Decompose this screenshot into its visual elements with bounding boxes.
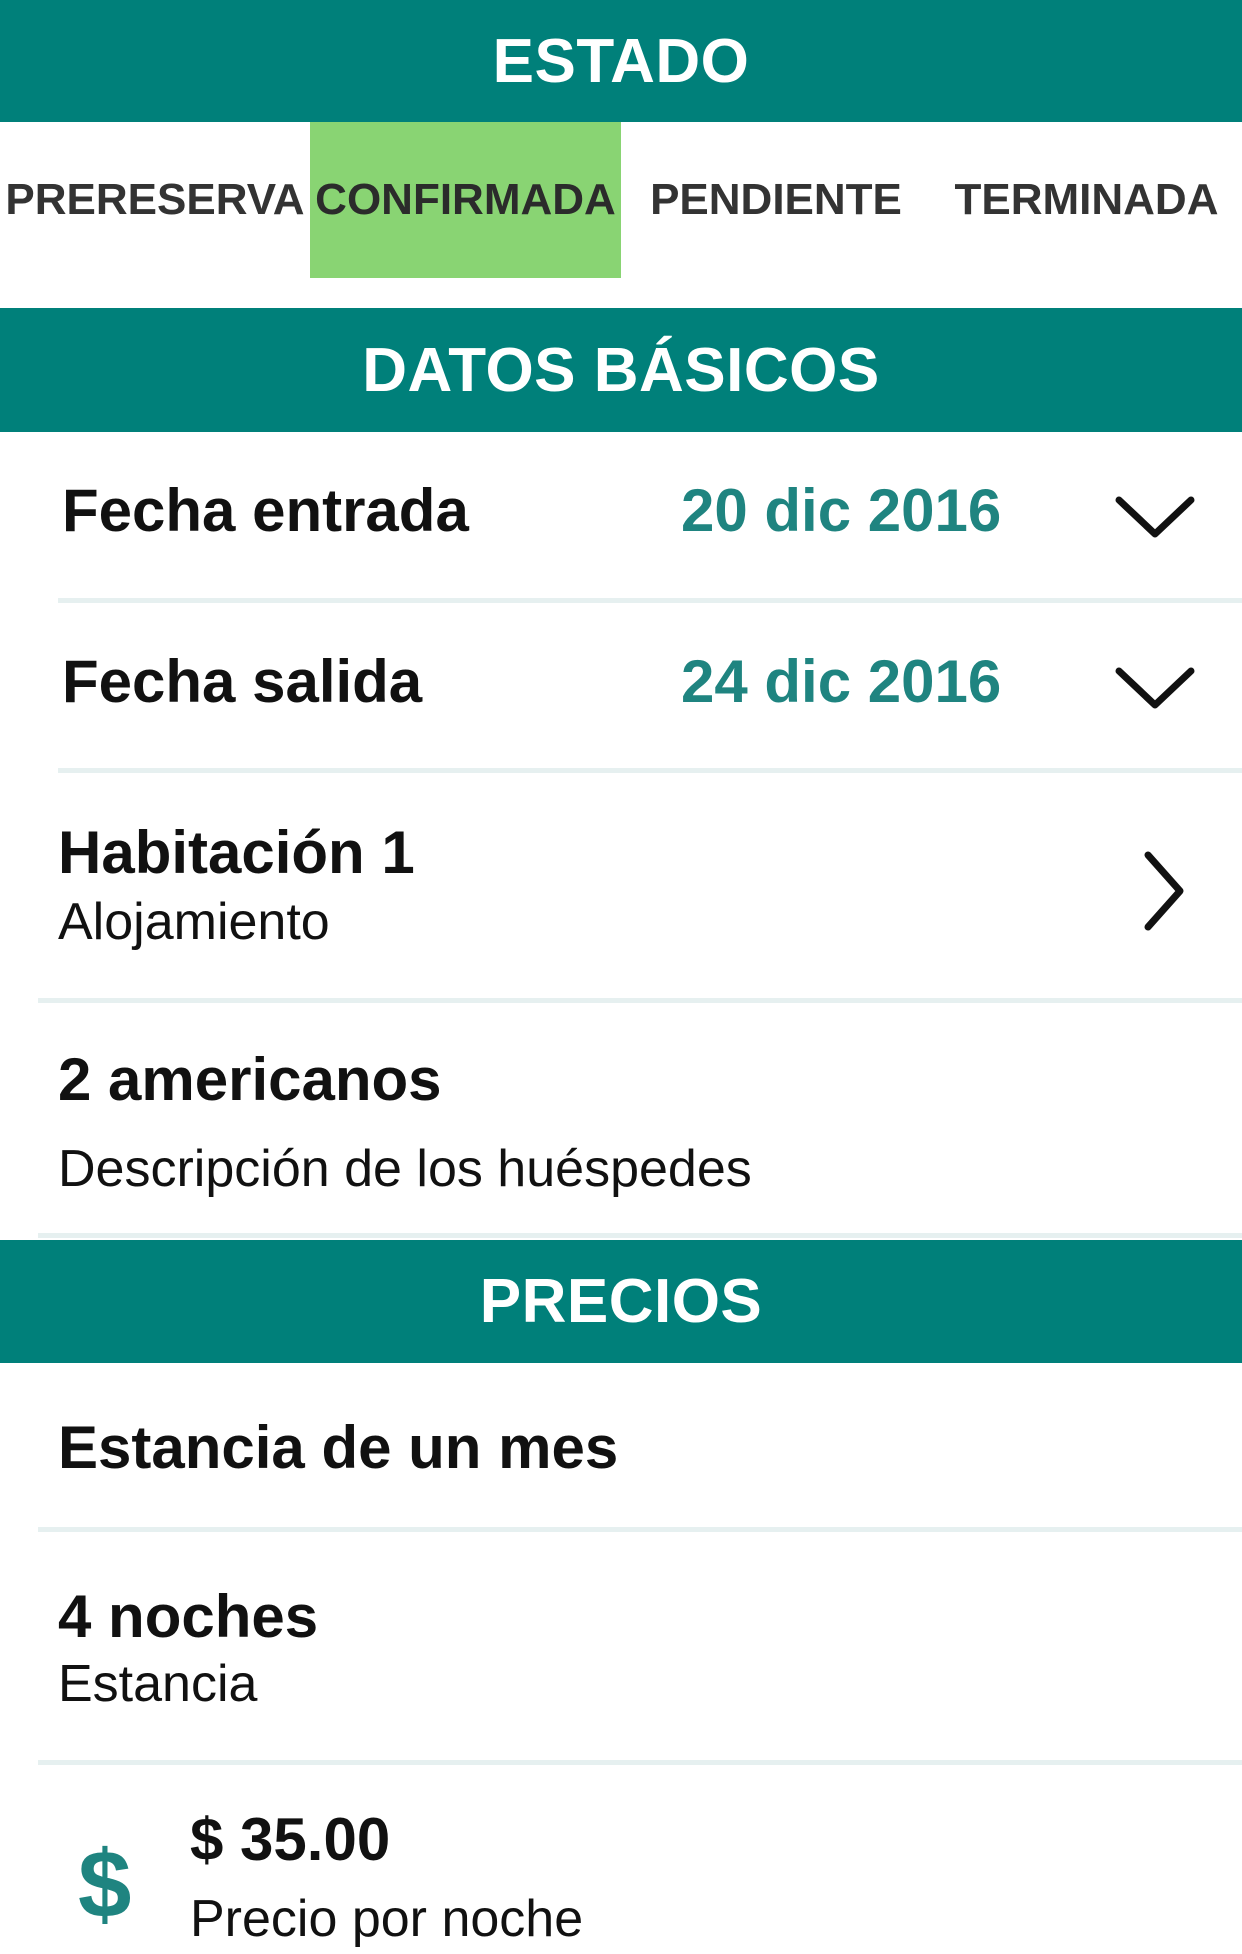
tarifa-title: Estancia de un mes (58, 1414, 619, 1481)
chevron-down-icon[interactable] (1115, 663, 1195, 713)
estado-section-header: ESTADO (0, 0, 1242, 122)
tab-pendiente-label: PENDIENTE (650, 175, 902, 224)
tab-confirmada[interactable]: CONFIRMADA (310, 122, 621, 278)
fecha-salida-row[interactable]: Fecha salida 24 dic 2016 (0, 603, 1242, 771)
datos-basicos-header-title: DATOS BÁSICOS (362, 335, 880, 405)
chevron-right-icon[interactable] (1140, 851, 1186, 931)
precios-section-header: PRECIOS (0, 1240, 1242, 1363)
fecha-entrada-row[interactable]: Fecha entrada 20 dic 2016 (0, 432, 1242, 600)
huespedes-subtitle: Descripción de los huéspedes (58, 1140, 752, 1198)
fecha-entrada-value: 20 dic 2016 (681, 477, 1002, 544)
noches-subtitle: Estancia (58, 1655, 258, 1713)
divider (38, 1233, 1242, 1238)
estado-header-title: ESTADO (492, 26, 750, 96)
precio-label: Precio por noche (190, 1890, 584, 1948)
tab-confirmada-label: CONFIRMADA (315, 175, 616, 224)
habitacion-title: Habitación 1 (58, 819, 415, 886)
tab-pendiente[interactable]: PENDIENTE (621, 122, 931, 278)
precio-row[interactable]: $ $ 35.00 Precio por noche (0, 1765, 1242, 1954)
fecha-entrada-label: Fecha entrada (62, 477, 469, 544)
habitacion-row[interactable]: Habitación 1 Alojamiento (0, 773, 1242, 998)
tab-terminada[interactable]: TERMINADA (931, 122, 1242, 278)
chevron-down-icon[interactable] (1115, 492, 1195, 542)
habitacion-subtitle: Alojamiento (58, 893, 330, 951)
status-tabs: PRERESERVA CONFIRMADA PENDIENTE TERMINAD… (0, 122, 1242, 278)
huespedes-row[interactable]: 2 americanos Descripción de los huéspede… (0, 1003, 1242, 1233)
tarifa-row[interactable]: Estancia de un mes (0, 1363, 1242, 1527)
noches-row[interactable]: 4 noches Estancia (0, 1532, 1242, 1762)
fecha-salida-value: 24 dic 2016 (681, 648, 1002, 715)
noches-title: 4 noches (58, 1583, 319, 1650)
precios-header-title: PRECIOS (479, 1267, 763, 1336)
tab-prereserva[interactable]: PRERESERVA (0, 122, 310, 278)
huespedes-title: 2 americanos (58, 1046, 442, 1113)
dollar-icon: $ (78, 1831, 132, 1938)
tab-prereserva-label: PRERESERVA (5, 175, 305, 224)
datos-basicos-section-header: DATOS BÁSICOS (0, 308, 1242, 432)
fecha-salida-label: Fecha salida (62, 648, 423, 715)
tab-terminada-label: TERMINADA (954, 175, 1219, 224)
precio-amount: $ 35.00 (190, 1806, 391, 1873)
